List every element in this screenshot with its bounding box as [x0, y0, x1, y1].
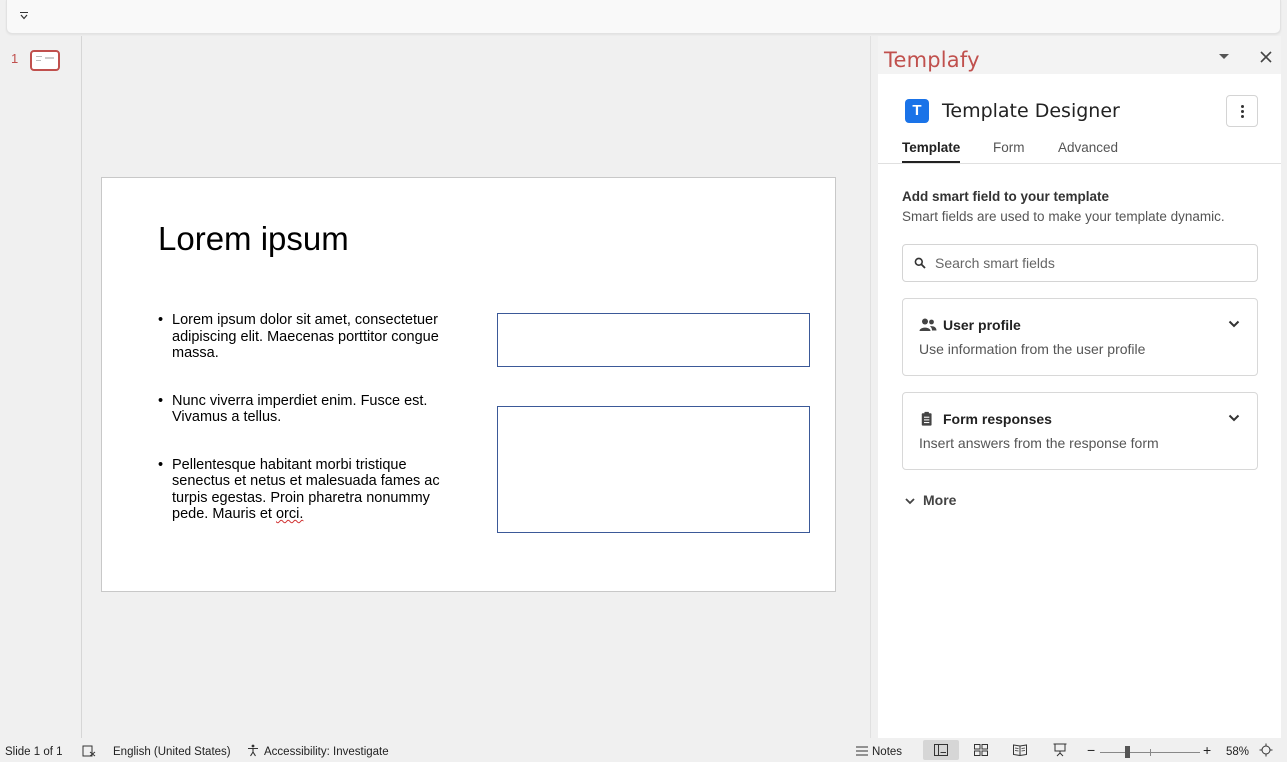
search-input[interactable]: [935, 246, 1250, 280]
kebab-icon: [1241, 105, 1244, 108]
bullet-item: Lorem ipsum dolor sit amet, consectetuer…: [158, 312, 458, 362]
misspelled-word: orci.: [275, 506, 304, 522]
accessibility-icon[interactable]: [247, 744, 260, 757]
task-pane-title: Templafy: [884, 48, 980, 72]
slide-thumbnail[interactable]: [30, 50, 60, 71]
chevron-down-icon: [905, 498, 915, 505]
notes-icon: [856, 746, 868, 756]
ribbon-bar: [6, 0, 1281, 34]
zoom-slider-thumb[interactable]: [1125, 746, 1130, 758]
reading-view-icon: [1013, 744, 1027, 756]
slideshow-button[interactable]: [1042, 740, 1078, 760]
slide-sorter-icon: [974, 744, 988, 756]
tab-form[interactable]: Form: [993, 140, 1025, 161]
tab-bar: Template Form Advanced: [878, 136, 1281, 164]
users-icon: [919, 318, 937, 331]
zoom-slider-midmark: [1150, 749, 1151, 756]
close-icon[interactable]: [1260, 51, 1272, 63]
card-description: Use information from the user profile: [919, 341, 1146, 357]
templafy-task-pane: Templafy T Template Designer Template Fo…: [878, 36, 1281, 738]
bullet-item: Pellentesque habitant morbi tristique se…: [158, 457, 458, 523]
reading-view-button[interactable]: [1002, 740, 1038, 760]
more-options-button[interactable]: [1226, 95, 1258, 127]
clipboard-icon: [921, 411, 932, 426]
tab-advanced[interactable]: Advanced: [1058, 140, 1118, 161]
user-profile-card[interactable]: User profile Use information from the us…: [902, 298, 1258, 376]
section-title: Add smart field to your template: [902, 189, 1110, 204]
zoom-level[interactable]: 58%: [1226, 746, 1249, 758]
app-title: Template Designer: [942, 100, 1120, 122]
card-title: User profile: [943, 317, 1021, 333]
card-title: Form responses: [943, 411, 1052, 427]
slide-title[interactable]: Lorem ipsum: [158, 220, 349, 258]
more-label: More: [923, 492, 957, 508]
accessibility-status[interactable]: Accessibility: Investigate: [264, 746, 389, 758]
content-placeholder-top[interactable]: [497, 313, 810, 367]
chevron-down-icon[interactable]: [1227, 317, 1241, 331]
slide-sorter-button[interactable]: [963, 740, 999, 760]
bullet-list[interactable]: Lorem ipsum dolor sit amet, consectetuer…: [158, 312, 458, 554]
language-indicator[interactable]: English (United States): [113, 746, 231, 758]
customize-quick-access-icon[interactable]: [19, 11, 29, 21]
slide-count: Slide 1 of 1: [5, 746, 63, 758]
normal-view-icon: [934, 744, 948, 756]
notes-button[interactable]: Notes: [872, 746, 902, 758]
zoom-out-button[interactable]: −: [1087, 742, 1095, 758]
slide-thumbnail-pane: 1: [0, 36, 82, 738]
content-placeholder-bottom[interactable]: [497, 406, 810, 533]
spelling-check-icon[interactable]: [82, 745, 96, 757]
slide-number: 1: [11, 51, 19, 66]
section-subtitle: Smart fields are used to make your templ…: [902, 209, 1225, 224]
bullet-item: Nunc viverra imperdiet enim. Fusce est. …: [158, 393, 458, 426]
form-responses-card[interactable]: Form responses Insert answers from the r…: [902, 392, 1258, 470]
templafy-logo: T: [905, 99, 929, 123]
search-icon: [914, 257, 926, 269]
fit-to-window-icon[interactable]: [1259, 743, 1273, 757]
status-bar: Slide 1 of 1 English (United States) Acc…: [0, 738, 1287, 762]
slideshow-icon: [1053, 743, 1067, 757]
pane-splitter[interactable]: [870, 36, 878, 738]
slide-canvas[interactable]: Lorem ipsum Lorem ipsum dolor sit amet, …: [101, 177, 836, 592]
zoom-in-button[interactable]: +: [1203, 742, 1211, 758]
pane-options-icon[interactable]: [1218, 53, 1230, 61]
card-description: Insert answers from the response form: [919, 435, 1159, 451]
search-box: [902, 244, 1258, 282]
slide-editor: Lorem ipsum Lorem ipsum dolor sit amet, …: [83, 36, 870, 738]
tab-template[interactable]: Template: [902, 140, 961, 163]
chevron-down-icon[interactable]: [1227, 411, 1241, 425]
task-pane-header: Templafy: [878, 36, 1281, 74]
normal-view-button[interactable]: [923, 740, 959, 760]
